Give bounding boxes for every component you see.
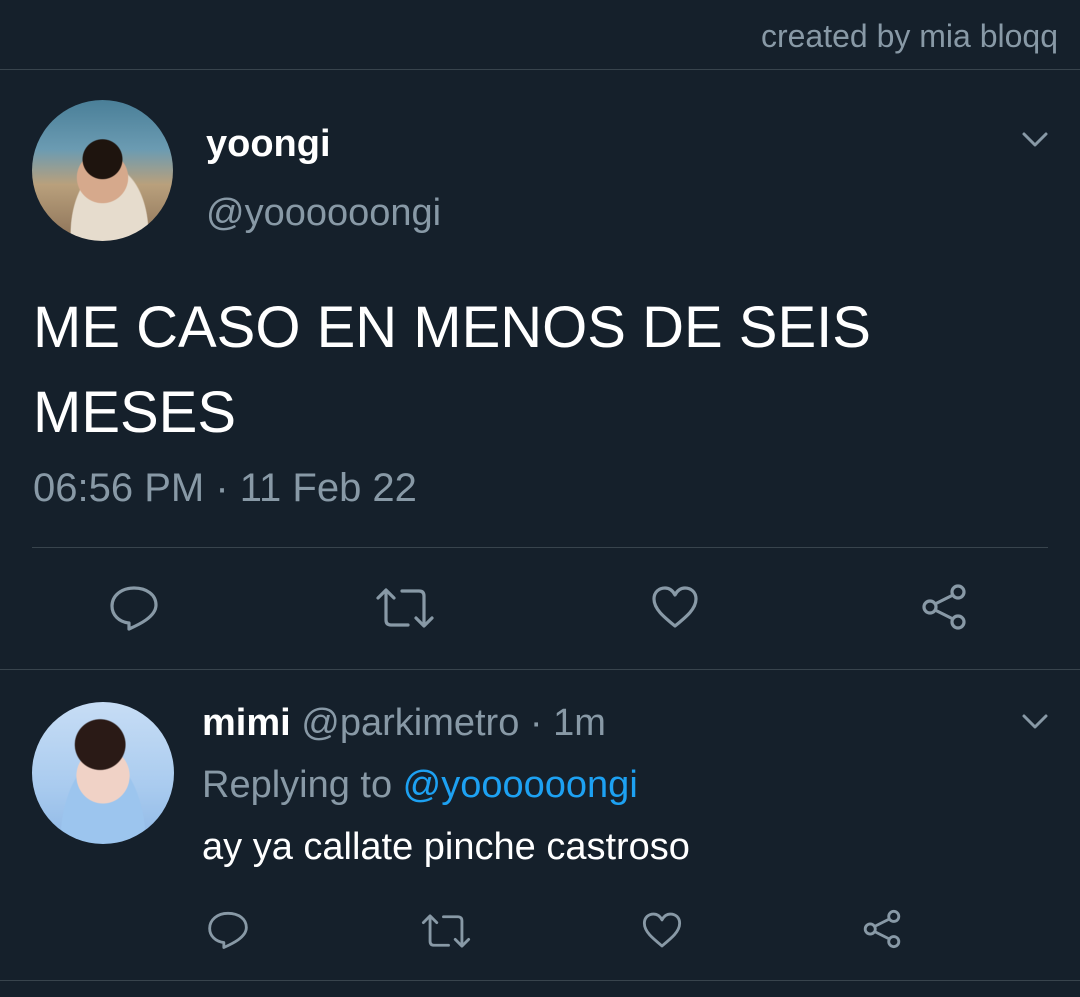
divider xyxy=(0,69,1080,70)
meta-separator: · xyxy=(519,702,554,744)
like-icon[interactable] xyxy=(650,584,700,630)
user-handle[interactable]: @parkimetro xyxy=(301,702,519,744)
display-name[interactable]: yoongi xyxy=(206,123,331,166)
share-icon[interactable] xyxy=(860,908,904,950)
retweet-icon[interactable] xyxy=(420,912,472,950)
avatar[interactable] xyxy=(32,100,173,241)
retweet-icon[interactable] xyxy=(374,586,436,630)
reply-time[interactable]: 1m xyxy=(553,702,606,744)
display-name[interactable]: mimi xyxy=(202,702,291,744)
reply-icon[interactable] xyxy=(108,584,160,632)
reply-text: ay ya callate pinche castroso xyxy=(202,826,690,868)
tweet-text: ME CASO EN MENOS DE SEIS MESES xyxy=(33,295,871,445)
chevron-down-icon[interactable] xyxy=(1020,712,1050,732)
credit-text: created by mia bloqq xyxy=(760,18,1058,54)
reply-icon[interactable] xyxy=(206,910,250,950)
like-icon[interactable] xyxy=(641,910,683,950)
replying-to-line: Replying to @yoooooongi xyxy=(202,764,638,807)
share-icon[interactable] xyxy=(918,582,970,632)
divider xyxy=(32,547,1048,548)
tweet-timestamp[interactable]: 06:56 PM · 11 Feb 22 xyxy=(33,466,417,511)
chevron-down-icon[interactable] xyxy=(1020,130,1050,150)
mention-link[interactable]: @yoooooongi xyxy=(403,764,638,806)
divider xyxy=(0,669,1080,670)
divider xyxy=(0,980,1080,981)
replying-prefix: Replying to xyxy=(202,764,403,806)
avatar[interactable] xyxy=(32,702,174,844)
reply-header: mimi @parkimetro · 1m xyxy=(202,702,606,745)
user-handle[interactable]: @yoooooongi xyxy=(206,192,441,235)
